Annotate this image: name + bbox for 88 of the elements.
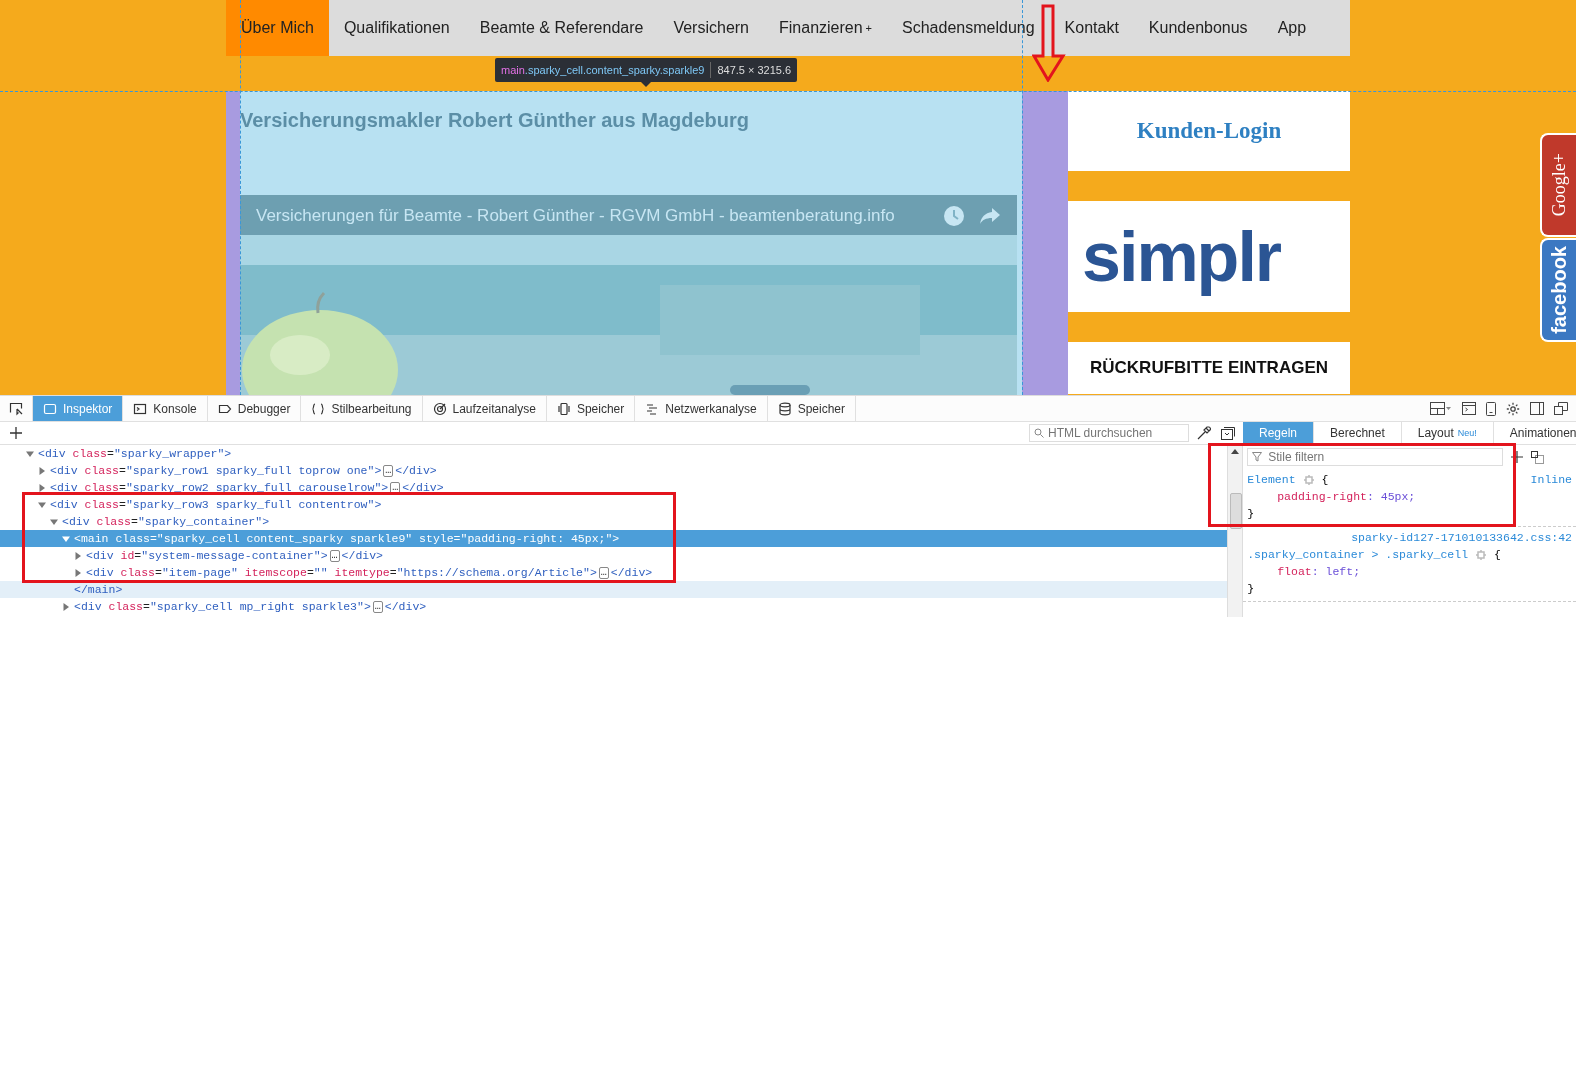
tool-icon — [133, 401, 148, 416]
copy-icon[interactable] — [1531, 450, 1546, 464]
twisty-icon[interactable] — [38, 483, 46, 492]
closing-brace: } — [1247, 507, 1255, 520]
devtools-tab[interactable]: Speicher — [546, 396, 636, 421]
scrollbar[interactable] — [1228, 445, 1244, 617]
social-tab[interactable]: facebook — [1540, 238, 1576, 342]
eyedropper-icon[interactable] — [1197, 426, 1211, 440]
nav-item[interactable]: Schadensmeldung — [887, 0, 1050, 56]
nav-item[interactable]: App — [1262, 0, 1322, 56]
screenshot-icon[interactable] — [1221, 426, 1235, 440]
closing-tag: </div> — [402, 481, 444, 494]
search-field[interactable]: HTML durchsuchen — [1029, 424, 1189, 442]
devtools-tab[interactable]: Konsole — [123, 396, 208, 421]
tool-icon — [432, 401, 447, 416]
scroll-up-icon[interactable] — [1231, 449, 1240, 454]
tool-icon — [311, 401, 326, 416]
closing-tag: </div> — [384, 600, 427, 613]
devtools-tab[interactable]: Stilbearbeitung — [301, 396, 423, 421]
markup-line[interactable]: </main> — [74, 583, 123, 596]
markup-line[interactable]: <div id="system-message-container"> — [86, 549, 328, 562]
nav-item[interactable]: Kontakt — [1049, 0, 1134, 56]
scroll-thumb[interactable] — [1230, 493, 1243, 529]
tool-icon — [645, 401, 660, 416]
markup-line[interactable]: <div class="sparky_cell mp_right sparkle3"> — [74, 600, 371, 613]
rule-selector: .sparky_container > .sparky_cell — [1247, 547, 1469, 563]
login-link[interactable]: Kunden-Login — [1136, 118, 1282, 144]
search-icon — [1034, 428, 1044, 438]
markup-line[interactable]: <div class="sparky_container"> — [62, 515, 270, 528]
settings-icon[interactable] — [1506, 401, 1520, 416]
sidebar-tab[interactable]: Animationen — [1493, 422, 1576, 444]
tool-icon — [777, 401, 792, 416]
closing-brace: } — [1247, 582, 1255, 595]
css-declaration[interactable]: padding-right: 45px; — [1277, 490, 1416, 503]
tool-icon — [556, 401, 571, 416]
nav-item[interactable]: Versichern — [658, 0, 764, 56]
filter-icon — [1252, 452, 1263, 462]
closing-tag: </div> — [395, 464, 437, 477]
phone-icon[interactable] — [1486, 401, 1496, 416]
add-icon[interactable] — [1511, 451, 1524, 463]
closing-tag: </div> — [341, 549, 383, 562]
element-picker-icon[interactable] — [8, 401, 24, 416]
markup-line[interactable]: <div class="item-page" itemscope="" itemtype="https://schema.org/Article"> — [86, 566, 597, 579]
twisty-icon[interactable] — [62, 602, 70, 611]
closing-tag: </div> — [610, 566, 653, 579]
sidebar-tab[interactable]: Layout Neu! — [1401, 422, 1494, 444]
filter-field[interactable]: Stile filtern — [1247, 448, 1504, 466]
nav-item[interactable]: Beamte & Referendare — [464, 0, 659, 56]
layout-icon[interactable] — [1430, 402, 1452, 415]
sidebar-icon[interactable] — [1530, 402, 1544, 415]
twisty-icon[interactable] — [62, 534, 70, 543]
markup-line[interactable]: <div class="sparky_row2 sparky_full carouselrow"> — [50, 481, 389, 494]
collapsed-badge[interactable]: … — [383, 464, 394, 477]
opening-brace: { — [1321, 472, 1329, 488]
tooltip-pointer — [641, 82, 651, 87]
collapsed-badge[interactable]: … — [598, 566, 609, 579]
css-declaration[interactable]: float: left; — [1277, 565, 1361, 578]
page-heading: Versicherungsmakler Robert Günther aus Magdeburg — [240, 109, 750, 133]
markup-line[interactable]: <div class="sparky_wrapper"> — [38, 447, 232, 460]
inspector-tooltip: main.sparky_cell.content_sparky.sparkle9 847.5 × 3215.6 — [495, 58, 798, 82]
markup-line[interactable]: <div class="sparky_row3 sparky_full contentrow"> — [50, 498, 382, 511]
twisty-icon[interactable] — [38, 500, 46, 509]
twisty-icon[interactable] — [50, 517, 58, 526]
console-icon[interactable] — [1462, 402, 1476, 415]
devtools-tab[interactable]: Netzwerkanalyse — [635, 396, 768, 421]
markup-line[interactable]: <div class="sparky_row1 sparky_full toprow one"> — [50, 464, 382, 477]
nav-item[interactable]: Kundenbonus — [1133, 0, 1263, 56]
nav-item[interactable]: Über Mich — [226, 0, 329, 56]
twisty-icon[interactable] — [38, 466, 46, 475]
twisty-icon[interactable] — [74, 551, 82, 560]
collapsed-badge[interactable]: … — [390, 481, 401, 494]
devtools-tab[interactable]: Laufzeitanalyse — [422, 396, 547, 421]
twisty-icon[interactable] — [74, 568, 82, 577]
add-icon[interactable] — [10, 427, 22, 439]
collapsed-badge[interactable]: … — [329, 549, 340, 562]
devtools-tab[interactable]: Speicher — [767, 396, 857, 421]
sidebar-tab[interactable]: Berechnet — [1314, 422, 1402, 444]
twisty-icon[interactable] — [26, 449, 34, 458]
windows-icon[interactable] — [1554, 402, 1568, 415]
collapsed-badge[interactable]: … — [372, 600, 383, 613]
rule-source[interactable]: Inline — [1530, 471, 1572, 488]
devtools-tab[interactable]: Debugger — [207, 396, 302, 421]
tool-icon — [43, 401, 57, 416]
opening-brace: { — [1494, 547, 1501, 563]
rule-selector: Element — [1247, 472, 1296, 488]
nav-item[interactable]: Qualifikationen — [328, 0, 465, 56]
rule-source[interactable]: sparky-id127-171010133642.css:42 — [1351, 531, 1572, 544]
social-tab[interactable]: Google+ — [1540, 133, 1576, 237]
